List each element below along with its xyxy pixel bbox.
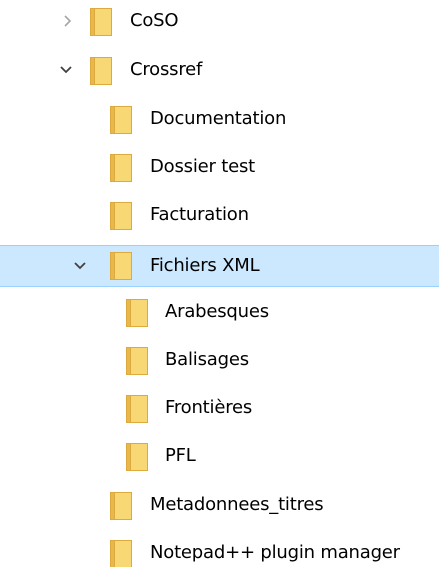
tree-item-pfl[interactable]: PFL bbox=[0, 437, 439, 477]
folder-icon bbox=[126, 299, 148, 327]
tree-item-balisages[interactable]: Balisages bbox=[0, 341, 439, 381]
tree-item-label: Balisages bbox=[165, 349, 249, 370]
folder-icon bbox=[126, 347, 148, 375]
tree-item-label: Documentation bbox=[150, 108, 287, 129]
tree-item-metadonnees-titres[interactable]: Metadonnees_titres bbox=[0, 486, 439, 526]
navigation-tree: CoSO Crossref Documentation Dossier test… bbox=[0, 0, 439, 567]
tree-item-dossier-test[interactable]: Dossier test bbox=[0, 148, 439, 188]
tree-item-coso[interactable]: CoSO bbox=[0, 2, 439, 42]
tree-item-facturation[interactable]: Facturation bbox=[0, 196, 439, 236]
tree-item-label: Metadonnees_titres bbox=[150, 494, 324, 515]
folder-icon bbox=[126, 395, 148, 423]
tree-item-label: Facturation bbox=[150, 204, 249, 225]
tree-item-crossref[interactable]: Crossref bbox=[0, 51, 439, 91]
chevron-down-icon[interactable] bbox=[58, 62, 74, 78]
folder-icon bbox=[90, 8, 112, 36]
tree-item-label: PFL bbox=[165, 445, 196, 466]
folder-icon bbox=[110, 154, 132, 182]
folder-icon bbox=[110, 202, 132, 230]
chevron-right-icon[interactable] bbox=[60, 13, 76, 29]
tree-item-label: Dossier test bbox=[150, 156, 255, 177]
tree-item-documentation[interactable]: Documentation bbox=[0, 100, 439, 140]
chevron-down-icon[interactable] bbox=[72, 258, 88, 274]
tree-item-arabesques[interactable]: Arabesques bbox=[0, 293, 439, 333]
folder-icon bbox=[110, 106, 132, 134]
folder-icon bbox=[126, 443, 148, 471]
folder-icon bbox=[90, 57, 112, 85]
tree-item-label: Crossref bbox=[130, 59, 203, 80]
tree-item-label: CoSO bbox=[130, 10, 179, 31]
tree-item-frontieres[interactable]: Frontières bbox=[0, 389, 439, 429]
tree-item-label: Notepad++ plugin manager bbox=[150, 542, 400, 563]
folder-icon bbox=[110, 492, 132, 520]
folder-icon bbox=[110, 252, 132, 280]
tree-item-label: Arabesques bbox=[165, 301, 269, 322]
tree-item-notepad-plugin-manager[interactable]: Notepad++ plugin manager bbox=[0, 534, 439, 567]
tree-item-label: Frontières bbox=[165, 397, 253, 418]
tree-item-label: Fichiers XML bbox=[150, 255, 260, 276]
folder-icon bbox=[110, 540, 132, 567]
tree-item-fichiers-xml[interactable]: Fichiers XML bbox=[0, 245, 439, 287]
